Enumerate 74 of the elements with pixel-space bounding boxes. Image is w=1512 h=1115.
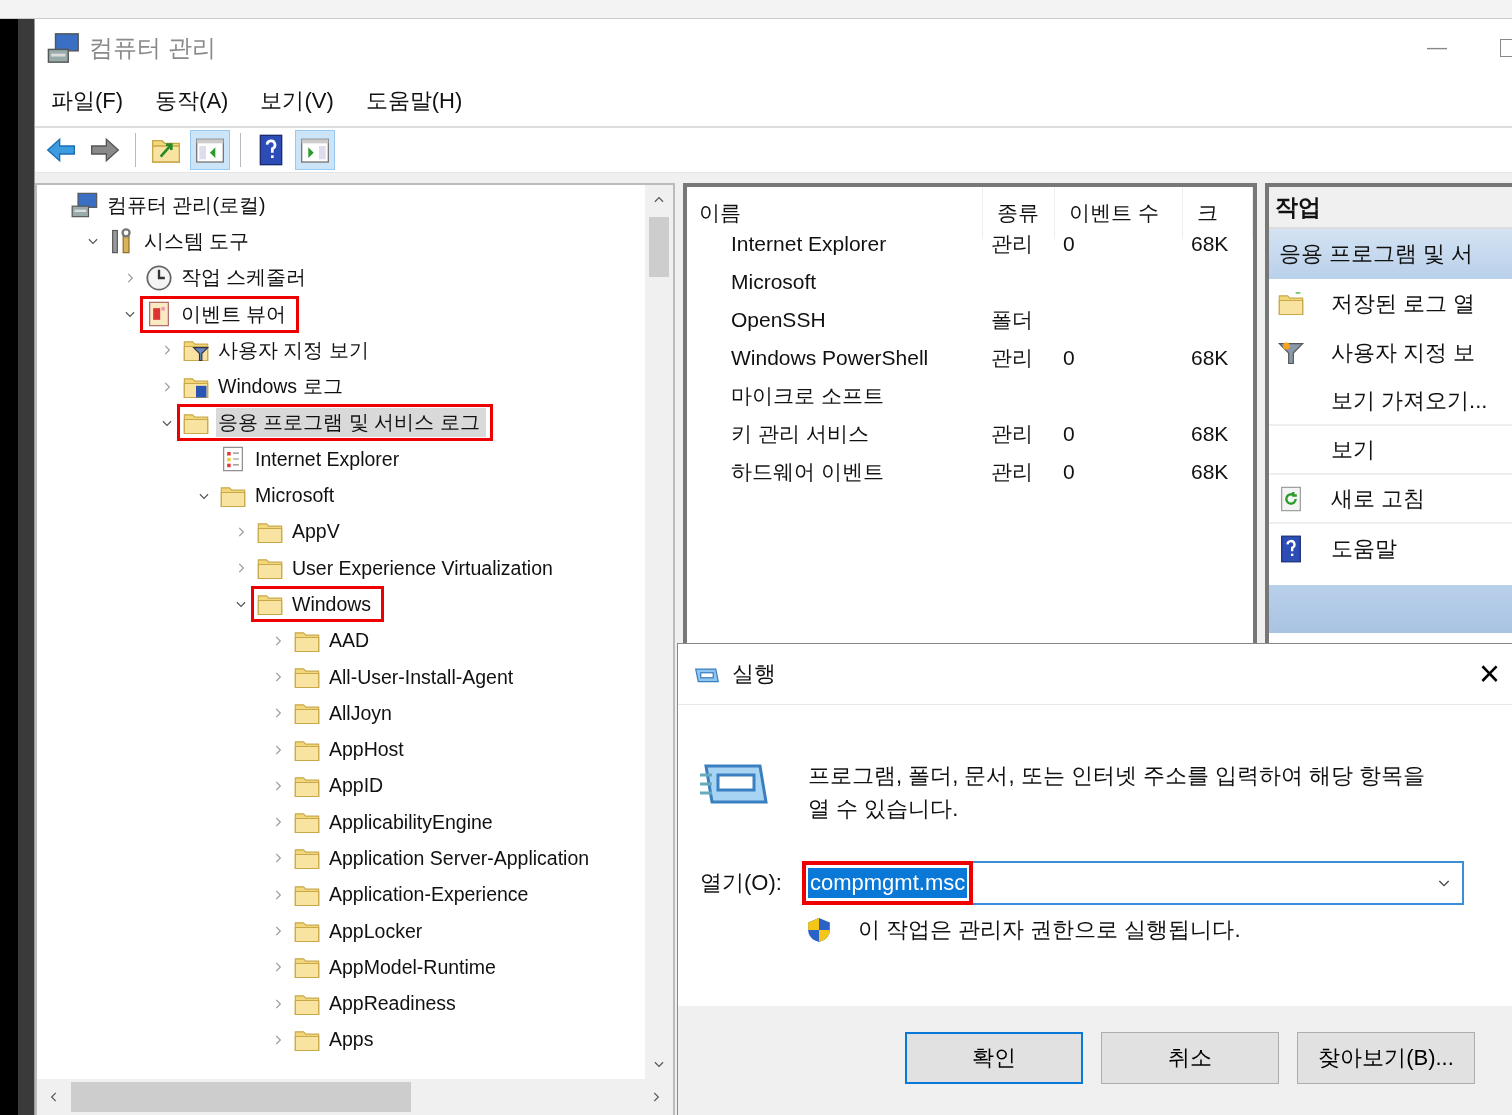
tree-item[interactable]: 컴퓨터 관리(로컬) <box>105 190 272 220</box>
command-combobox[interactable]: compmgmt.msc <box>804 861 1464 905</box>
tree-item[interactable]: 작업 스케줄러 <box>179 263 313 293</box>
tree-item[interactable]: Microsoft <box>253 483 341 508</box>
clock-icon <box>145 263 173 292</box>
tree-item[interactable]: 시스템 도구 <box>142 226 256 256</box>
horizontal-scrollbar[interactable] <box>37 1079 673 1115</box>
tree-item[interactable]: User Experience Virtualization <box>290 555 559 581</box>
admin-notice: 이 작업은 관리자 권한으로 실행됩니다. <box>858 916 1241 944</box>
tree-item[interactable]: ApplicabilityEngine <box>327 809 499 835</box>
tree-item[interactable]: Windows <box>290 591 378 617</box>
tree-item[interactable]: Application Server-Application <box>327 846 596 871</box>
field-label: 열기(O): <box>700 869 783 897</box>
table-cell-text: OpenSSH <box>730 307 827 333</box>
shield-icon <box>806 917 832 943</box>
dialog-button[interactable]: 확인 <box>905 1032 1083 1084</box>
description-text: 프로그램, 폴더, 문서, 또는 인터넷 주소를 입력하여 해당 항목을 열 수 있습니다. <box>808 762 1427 823</box>
dialog-title: 실행 <box>732 660 776 688</box>
tree-item[interactable]: AppHost <box>327 737 410 763</box>
dialog-button[interactable]: 찾아보기(B)... <box>1297 1032 1475 1084</box>
menu-item[interactable]: 보기(V) <box>260 86 334 116</box>
menu-item[interactable]: 동작(A) <box>155 86 229 116</box>
table-cell-text: 0 <box>1062 345 1076 371</box>
tree-item[interactable]: 이벤트 뷰어 <box>179 299 293 329</box>
minimize-button[interactable]: — <box>1412 36 1462 59</box>
table-cell-text: 마이크로 소프트 <box>730 383 885 409</box>
scrollbar-thumb[interactable] <box>71 1082 411 1112</box>
table-cell-text: 하드웨어 이벤트 <box>730 459 885 485</box>
open-folder-icon <box>1277 289 1305 318</box>
table-cell-text: 68K <box>1190 459 1230 485</box>
menu-item[interactable]: 도움말(H) <box>365 86 463 116</box>
dialog-button[interactable]: 취소 <box>1101 1032 1279 1084</box>
table-cell-text: 0 <box>1062 459 1076 485</box>
actions-header: 작업 <box>1269 187 1512 229</box>
table-cell-text: Windows PowerShell <box>730 345 930 371</box>
tree-item[interactable]: 응용 프로그램 및 서비스 로그 <box>216 408 486 438</box>
tree-item[interactable]: All-User-Install-Agent <box>327 664 520 690</box>
tree-item[interactable]: AppReadiness <box>327 991 462 1017</box>
table-cell-text: 68K <box>1190 421 1230 447</box>
table-cell-text: 관리 <box>990 459 1034 485</box>
menu-item[interactable]: 파일(F) <box>51 86 124 116</box>
tree-item[interactable]: AppLocker <box>327 918 429 944</box>
table-cell-text: 폴더 <box>990 307 1034 333</box>
tree-item[interactable]: AAD <box>327 628 376 654</box>
tree-item[interactable]: AppID <box>327 773 390 799</box>
table-cell-text: 관리 <box>990 345 1034 371</box>
tree-item[interactable]: Internet Explorer <box>253 446 406 472</box>
action-item[interactable]: 사용자 지정 보 <box>1269 328 1512 377</box>
action-item[interactable]: 도움말 <box>1269 524 1512 573</box>
scrollbar-thumb[interactable] <box>649 217 669 277</box>
table-cell-text: 68K <box>1190 345 1230 371</box>
action-item[interactable]: 저장된 로그 열 <box>1269 279 1512 328</box>
computer-icon <box>47 30 81 65</box>
table-cell-text: 키 관리 서비스 <box>730 421 870 447</box>
computer-icon <box>71 191 99 220</box>
section-header[interactable]: 응용 프로그램 및 서 <box>1269 229 1512 279</box>
combobox-value[interactable]: compmgmt.msc <box>808 868 968 898</box>
tree-item[interactable]: Application-Experience <box>327 882 535 908</box>
tree-item[interactable]: Windows 로그 <box>216 372 349 402</box>
maximize-button[interactable] <box>1500 38 1512 57</box>
tree-item[interactable]: 사용자 지정 보기 <box>216 335 375 365</box>
tree-item[interactable]: AppV <box>290 519 346 545</box>
close-button[interactable]: × <box>1468 656 1510 692</box>
tree-item[interactable]: AppModel-Runtime <box>327 954 502 980</box>
tree-item[interactable]: AllJoyn <box>327 700 398 726</box>
table-cell-text: Microsoft <box>730 269 818 295</box>
vertical-scrollbar[interactable] <box>645 185 673 1079</box>
action-item[interactable]: 새로 고침 <box>1269 475 1512 524</box>
table-cell-text: 관리 <box>990 421 1034 447</box>
table-cell-text: 0 <box>1062 421 1076 447</box>
tree-item[interactable]: Apps <box>327 1027 380 1053</box>
action-item[interactable]: 보기 <box>1269 426 1512 475</box>
action-item[interactable]: 보기 가져오기... <box>1269 377 1512 426</box>
window-title: 컴퓨터 관리 <box>89 32 216 63</box>
